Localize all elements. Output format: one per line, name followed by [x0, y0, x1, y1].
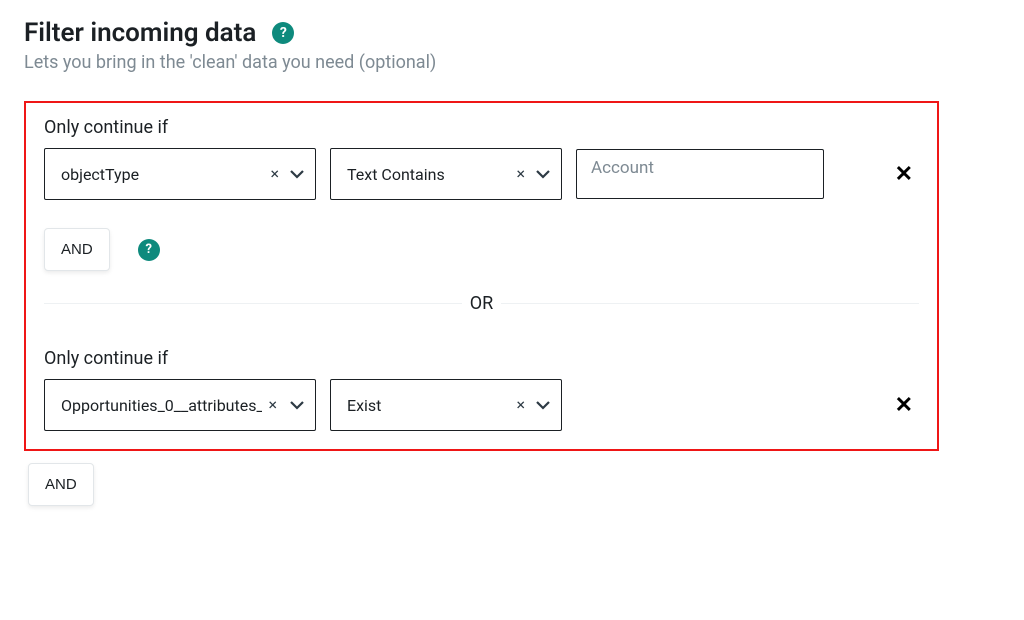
clear-icon[interactable]: × [516, 166, 525, 182]
divider-line [501, 303, 919, 304]
chevron-down-icon[interactable] [289, 397, 305, 413]
help-icon[interactable]: ? [272, 22, 294, 44]
clear-icon[interactable]: × [268, 397, 277, 413]
field-select[interactable]: Opportunities_0__attributes__ × [44, 379, 316, 431]
field-select-value: Opportunities_0__attributes__ [61, 396, 262, 415]
filter-group: Only continue if objectType × Text Conta… [44, 117, 919, 271]
field-select-value: objectType [61, 165, 262, 184]
delete-row-icon[interactable]: ✕ [889, 158, 919, 191]
filter-row: objectType × Text Contains × A [44, 148, 919, 200]
divider-line [44, 303, 462, 304]
group-label: Only continue if [44, 348, 919, 369]
value-input[interactable]: Account [576, 149, 824, 199]
filter-groups-highlight: Only continue if objectType × Text Conta… [24, 101, 939, 451]
clear-icon[interactable]: × [516, 397, 525, 413]
chevron-down-icon[interactable] [535, 166, 551, 182]
clear-icon[interactable]: × [270, 166, 279, 182]
chevron-down-icon[interactable] [289, 166, 305, 182]
group-label: Only continue if [44, 117, 919, 138]
value-input-text: Account [591, 158, 654, 178]
page-subtitle: Lets you bring in the 'clean' data you n… [24, 52, 1000, 73]
operator-select[interactable]: Text Contains × [330, 148, 562, 200]
filter-group: Only continue if Opportunities_0__attrib… [44, 348, 919, 431]
filter-row: Opportunities_0__attributes__ × Exist × [44, 379, 919, 431]
or-label: OR [462, 293, 501, 314]
chevron-down-icon[interactable] [535, 397, 551, 413]
or-divider: OR [44, 293, 919, 314]
and-button[interactable]: AND [28, 463, 94, 506]
help-icon[interactable]: ? [138, 239, 160, 261]
operator-select-value: Exist [347, 396, 508, 415]
field-select[interactable]: objectType × [44, 148, 316, 200]
operator-select-value: Text Contains [347, 165, 508, 184]
page-title: Filter incoming data [24, 18, 256, 48]
operator-select[interactable]: Exist × [330, 379, 562, 431]
and-button[interactable]: AND [44, 228, 110, 271]
delete-row-icon[interactable]: ✕ [889, 389, 919, 422]
